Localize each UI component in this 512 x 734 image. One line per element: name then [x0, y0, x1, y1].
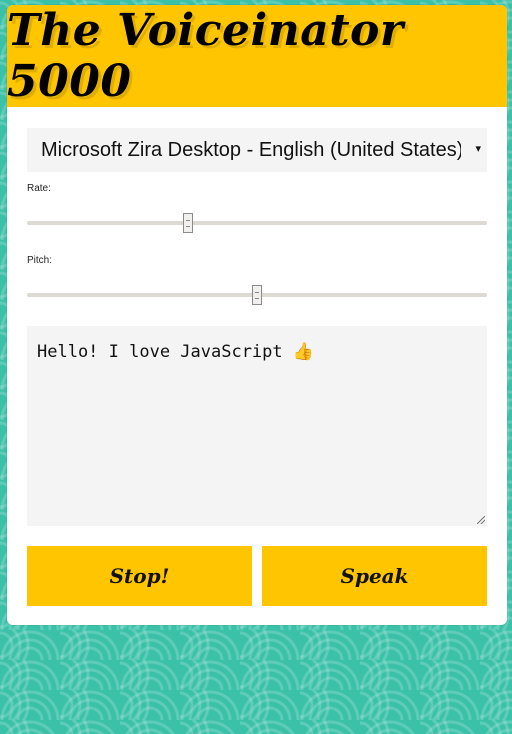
resize-handle[interactable]	[477, 516, 485, 524]
stop-button[interactable]: Stop!	[27, 546, 252, 606]
message-text: Hello! I love JavaScript	[37, 342, 293, 362]
chevron-down-icon: ▾	[475, 143, 481, 155]
speak-button[interactable]: Speak	[262, 546, 487, 606]
voice-select-value: Microsoft Zira Desktop - English (United…	[41, 138, 461, 161]
app-title: The Voiceinator 5000	[7, 5, 404, 107]
voice-select[interactable]: Microsoft Zira Desktop - English (United…	[27, 128, 487, 172]
rate-label: Rate:	[27, 183, 51, 194]
rate-slider[interactable]	[27, 213, 487, 233]
thumbs-up-icon: 👍	[292, 342, 315, 362]
voiceinator-card: The Voiceinator 5000 Microsoft Zira Desk…	[7, 5, 507, 625]
rate-slider-thumb[interactable]	[183, 213, 193, 233]
header: The Voiceinator 5000	[7, 5, 507, 107]
pitch-slider[interactable]	[27, 285, 487, 305]
message-textarea[interactable]: Hello! I love JavaScript 👍	[27, 326, 487, 526]
pitch-slider-thumb[interactable]	[252, 285, 262, 305]
pitch-label: Pitch:	[27, 255, 53, 266]
